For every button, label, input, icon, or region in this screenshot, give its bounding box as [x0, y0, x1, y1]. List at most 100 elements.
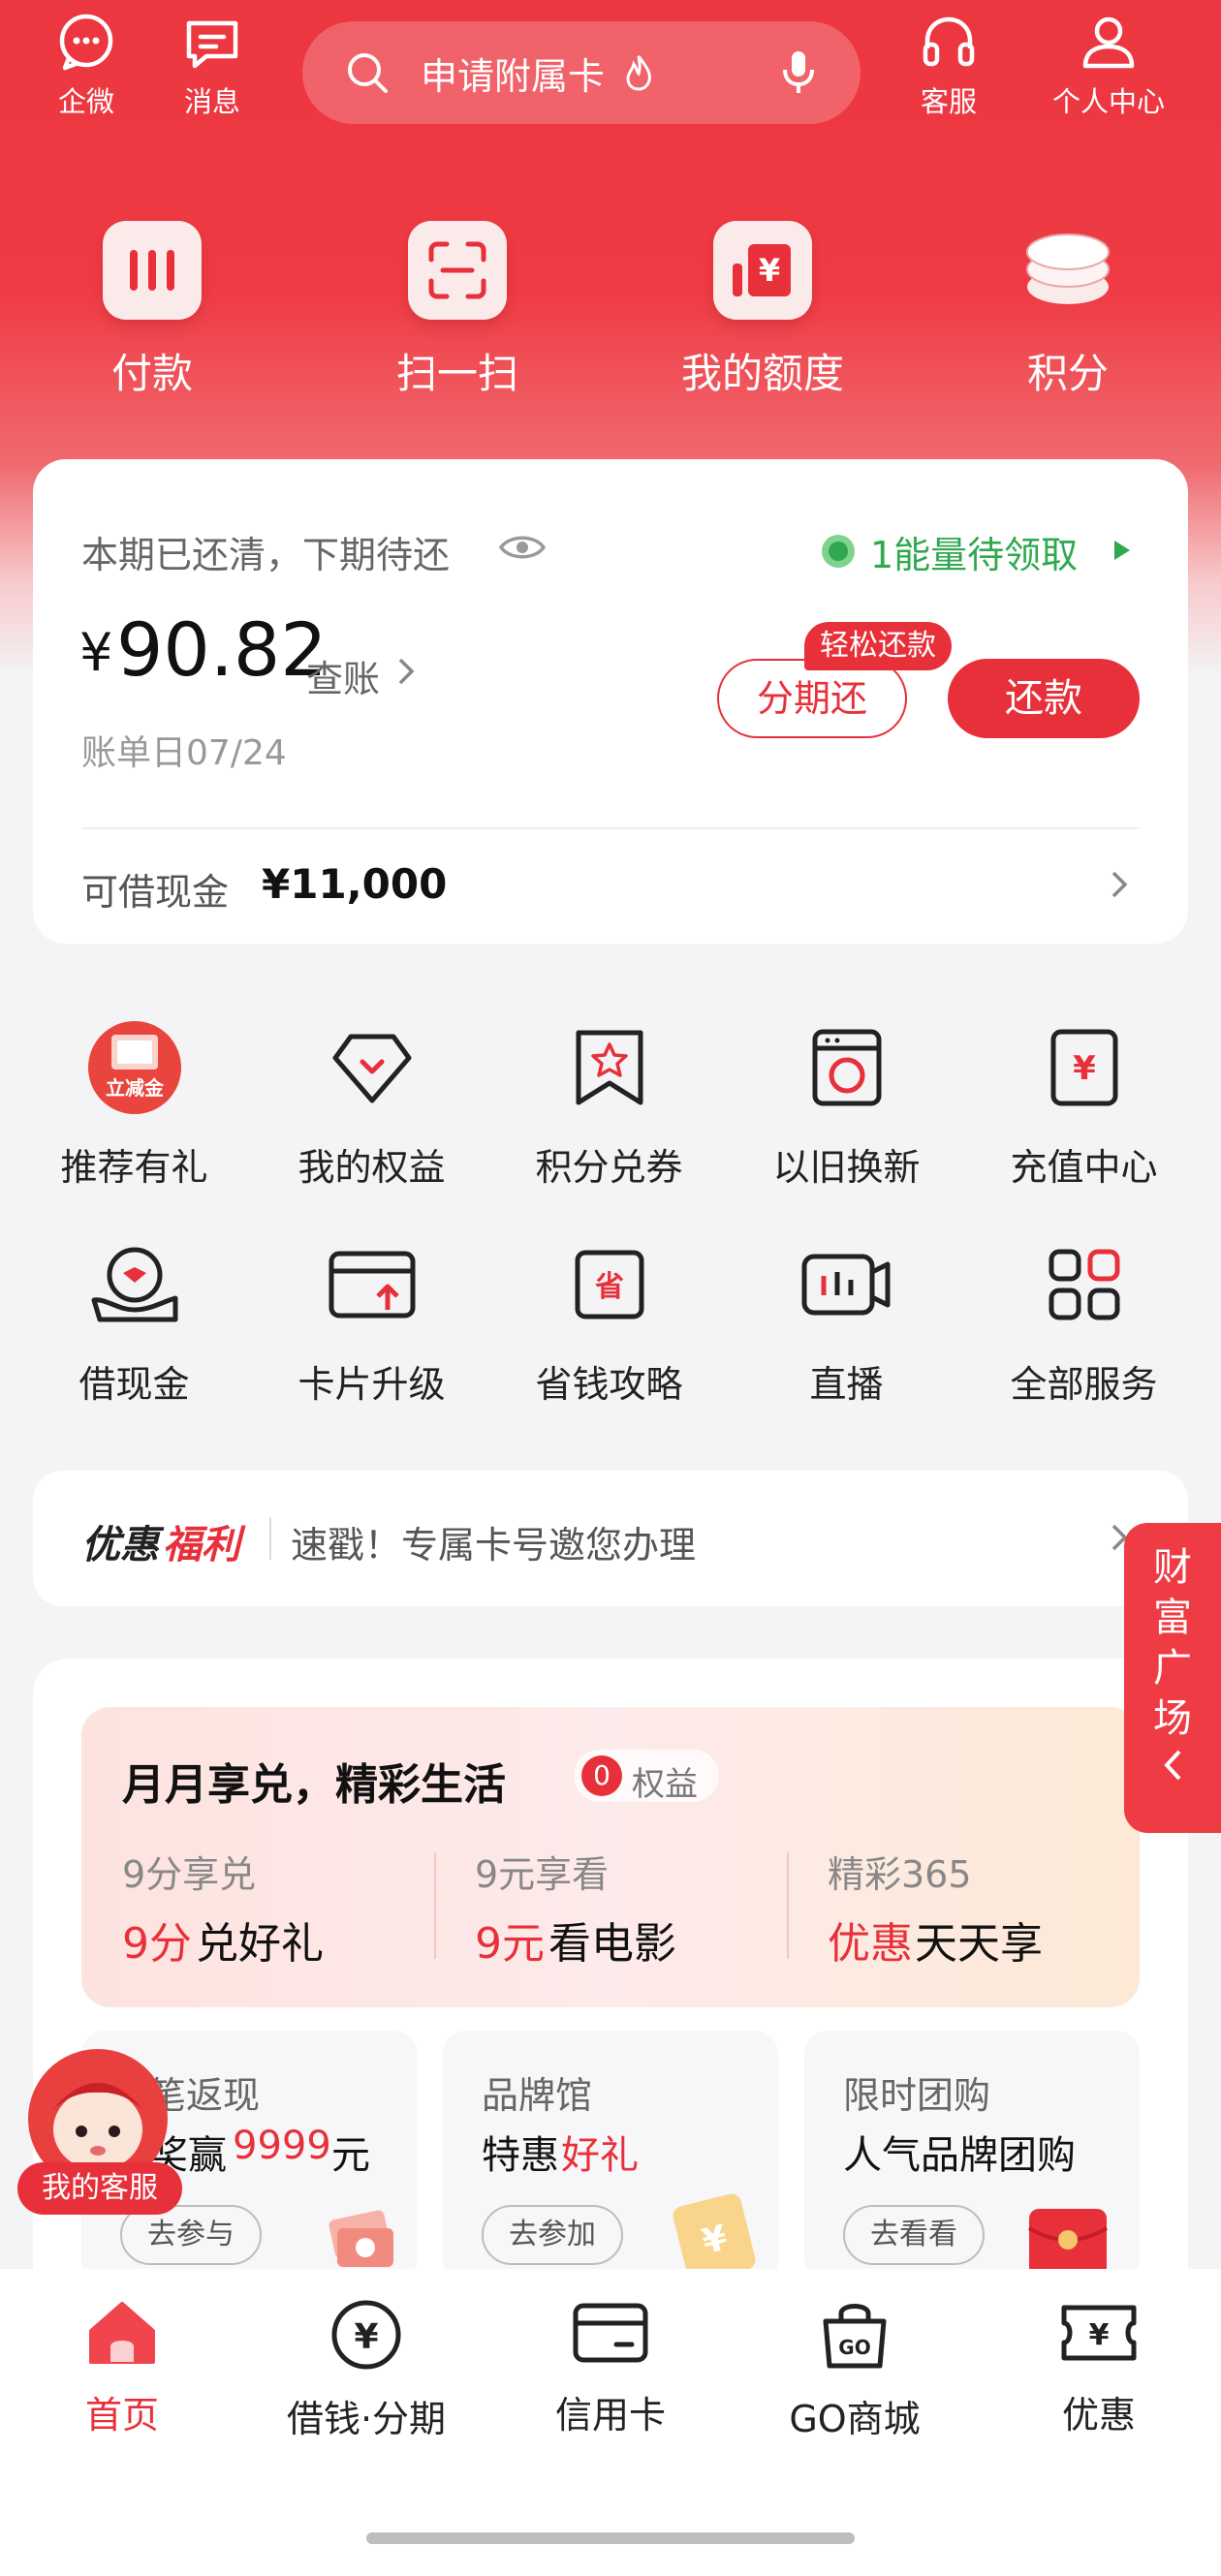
rights-badge: 0 权益 — [574, 1750, 719, 1804]
svg-text:¥: ¥ — [354, 2317, 378, 2357]
side-tab-char: 财 — [1153, 1545, 1192, 1590]
customer-service-button[interactable]: 客服 — [886, 12, 1012, 128]
service-recommend[interactable]: 立减金 推荐有礼 — [16, 1019, 253, 1213]
quick-action-pay[interactable]: 付款 — [31, 221, 273, 415]
energy-icon — [822, 535, 855, 568]
monthly-item[interactable]: 9分享兑 9分 兑好礼 — [122, 1845, 413, 1971]
monthly-item-sub: 精彩365 — [828, 1853, 972, 1896]
service-label: 推荐有礼 — [60, 1146, 208, 1189]
installment-button[interactable]: 分期还 — [717, 659, 907, 738]
divider — [787, 1852, 789, 1959]
live-camera-icon — [798, 1236, 895, 1333]
installment-badge: 轻松还款 — [804, 622, 952, 670]
benefit-group-buy[interactable]: 限时团购 人气品牌团购 去看看 — [804, 2031, 1140, 2282]
chat-bubble-icon — [59, 14, 113, 71]
benefit-line: 人气品牌团购 — [843, 2133, 1076, 2178]
monthly-item[interactable]: 9元享看 9元 看电影 — [475, 1845, 766, 1971]
cash-row[interactable]: 可借现金 ¥11,000 — [33, 831, 1188, 944]
nav-go-mall[interactable]: GO GO商城 — [733, 2298, 977, 2442]
profile-button[interactable]: 个人中心 — [1041, 12, 1176, 128]
service-live[interactable]: 直播 — [728, 1236, 965, 1430]
shopping-bag-icon: GO — [823, 2304, 887, 2369]
yuan-circle-icon: ¥ — [331, 2300, 401, 2370]
service-rights[interactable]: 我的权益 — [253, 1019, 490, 1213]
service-money-saving[interactable]: 省 省钱攻略 — [490, 1236, 728, 1430]
check-bill-link[interactable]: 查账 — [306, 649, 380, 702]
eye-icon[interactable] — [498, 531, 547, 564]
benefit-line-red: 好礼 — [561, 2133, 639, 2178]
search-icon — [348, 53, 388, 93]
currency-symbol: ¥ — [79, 622, 113, 683]
bill-day: 账单日07/24 — [81, 733, 287, 773]
quick-action-label: 付款 — [110, 350, 193, 397]
service-label: 省钱攻略 — [535, 1363, 683, 1406]
yuan-ticket-icon: ¥ — [1061, 2305, 1137, 2361]
save-money-icon: 省 — [561, 1236, 658, 1333]
monthly-item-red: 9分 — [122, 1919, 192, 1969]
quick-action-label: 积分 — [1026, 350, 1109, 397]
benefit-title: 限时团购 — [843, 2074, 991, 2117]
microphone-icon[interactable] — [779, 48, 818, 97]
nav-label: 首页 — [84, 2394, 159, 2436]
repay-button[interactable]: 还款 — [948, 659, 1140, 738]
quick-action-scan[interactable]: 扫一扫 — [336, 221, 579, 415]
side-tab-char: 富 — [1153, 1596, 1192, 1640]
energy-link[interactable]: 1能量待领取 — [870, 525, 1078, 578]
join-button[interactable]: 去看看 — [843, 2205, 985, 2265]
customer-service-label: 客服 — [920, 85, 977, 118]
bill-status: 本期已还清，下期待还 — [81, 534, 451, 576]
join-button[interactable]: 去参加 — [482, 2205, 623, 2265]
bill-amount: 90.82 — [116, 606, 328, 693]
nav-home[interactable]: 首页 — [0, 2298, 244, 2438]
service-label: 卡片升级 — [297, 1363, 446, 1406]
scan-icon — [408, 221, 507, 320]
search-bar[interactable]: 申请附属卡 — [302, 21, 861, 124]
service-borrow-cash[interactable]: 借现金 — [16, 1236, 253, 1430]
side-tab-char: 场 — [1153, 1696, 1192, 1741]
monthly-panel[interactable]: 月月享兑，精彩生活 0 权益 9分享兑 9分 兑好礼 9元享看 9元 看电影 精… — [81, 1707, 1140, 2007]
promo-banner[interactable]: 优惠 福利 速戳！专属卡号邀您办理 — [33, 1471, 1188, 1606]
service-card-upgrade[interactable]: 卡片升级 — [253, 1236, 490, 1430]
flame-icon — [626, 55, 651, 91]
star-ticket-icon — [561, 1019, 658, 1116]
service-points-coupon[interactable]: 积分兑券 — [490, 1019, 728, 1213]
floating-customer-service[interactable]: 我的客服 — [17, 2046, 182, 2217]
service-label: 积分兑券 — [535, 1146, 683, 1189]
divider — [434, 1852, 436, 1959]
quick-action-label: 扫一扫 — [395, 350, 518, 397]
svg-text:立减金: 立减金 — [106, 1076, 165, 1100]
nav-credit-card[interactable]: 信用卡 — [488, 2298, 733, 2438]
messages-label: 消息 — [183, 85, 240, 118]
messages-button[interactable]: 消息 — [149, 12, 275, 128]
divider — [269, 1517, 271, 1560]
nav-loan[interactable]: ¥ 借钱·分期 — [244, 2298, 488, 2442]
monthly-item-main: 天天享 — [915, 1919, 1043, 1969]
headset-icon — [923, 16, 975, 67]
benefit-line: 特惠 — [482, 2133, 559, 2178]
chevron-right-icon — [1111, 871, 1128, 898]
monthly-item[interactable]: 精彩365 优惠 天天享 — [828, 1845, 1118, 1971]
service-label: 全部服务 — [1010, 1363, 1158, 1406]
monthly-item-sub: 9元享看 — [475, 1853, 610, 1896]
benefit-brand-hall[interactable]: 品牌馆 特惠 好礼 去参加 ¥ — [443, 2031, 778, 2282]
service-label: 借现金 — [78, 1363, 190, 1406]
svg-text:¥: ¥ — [1073, 1049, 1096, 1088]
qiwei-button[interactable]: 企微 — [23, 12, 149, 128]
profile-label: 个人中心 — [1051, 85, 1165, 118]
service-recharge[interactable]: ¥ 充值中心 — [965, 1019, 1203, 1213]
benefits-card: 月月享兑，精彩生活 0 权益 9分享兑 9分 兑好礼 9元享看 9元 看电影 精… — [33, 1659, 1188, 2337]
service-all[interactable]: 全部服务 — [965, 1236, 1203, 1430]
service-trade-in[interactable]: 以旧换新 — [728, 1019, 965, 1213]
monthly-item-red: 9元 — [475, 1919, 545, 1969]
cash-label: 可借现金 — [81, 871, 230, 914]
bill-card: 本期已还清，下期待还 1能量待领取 ¥ 90.82 查账 账单日07/24 分期… — [33, 459, 1188, 944]
quick-action-points[interactable]: 积分 — [947, 221, 1189, 415]
wealth-plaza-tab[interactable]: 财 富 广 场 — [1124, 1523, 1221, 1833]
qiwei-label: 企微 — [57, 85, 114, 118]
yuan-phone-icon: ¥ — [1036, 1019, 1133, 1116]
monthly-item-main: 看电影 — [548, 1919, 676, 1969]
chevron-left-icon — [1164, 1750, 1181, 1781]
divider — [81, 827, 1140, 829]
quick-action-limit[interactable]: ¥ 我的额度 — [642, 221, 884, 415]
nav-offers[interactable]: ¥ 优惠 — [977, 2298, 1221, 2438]
